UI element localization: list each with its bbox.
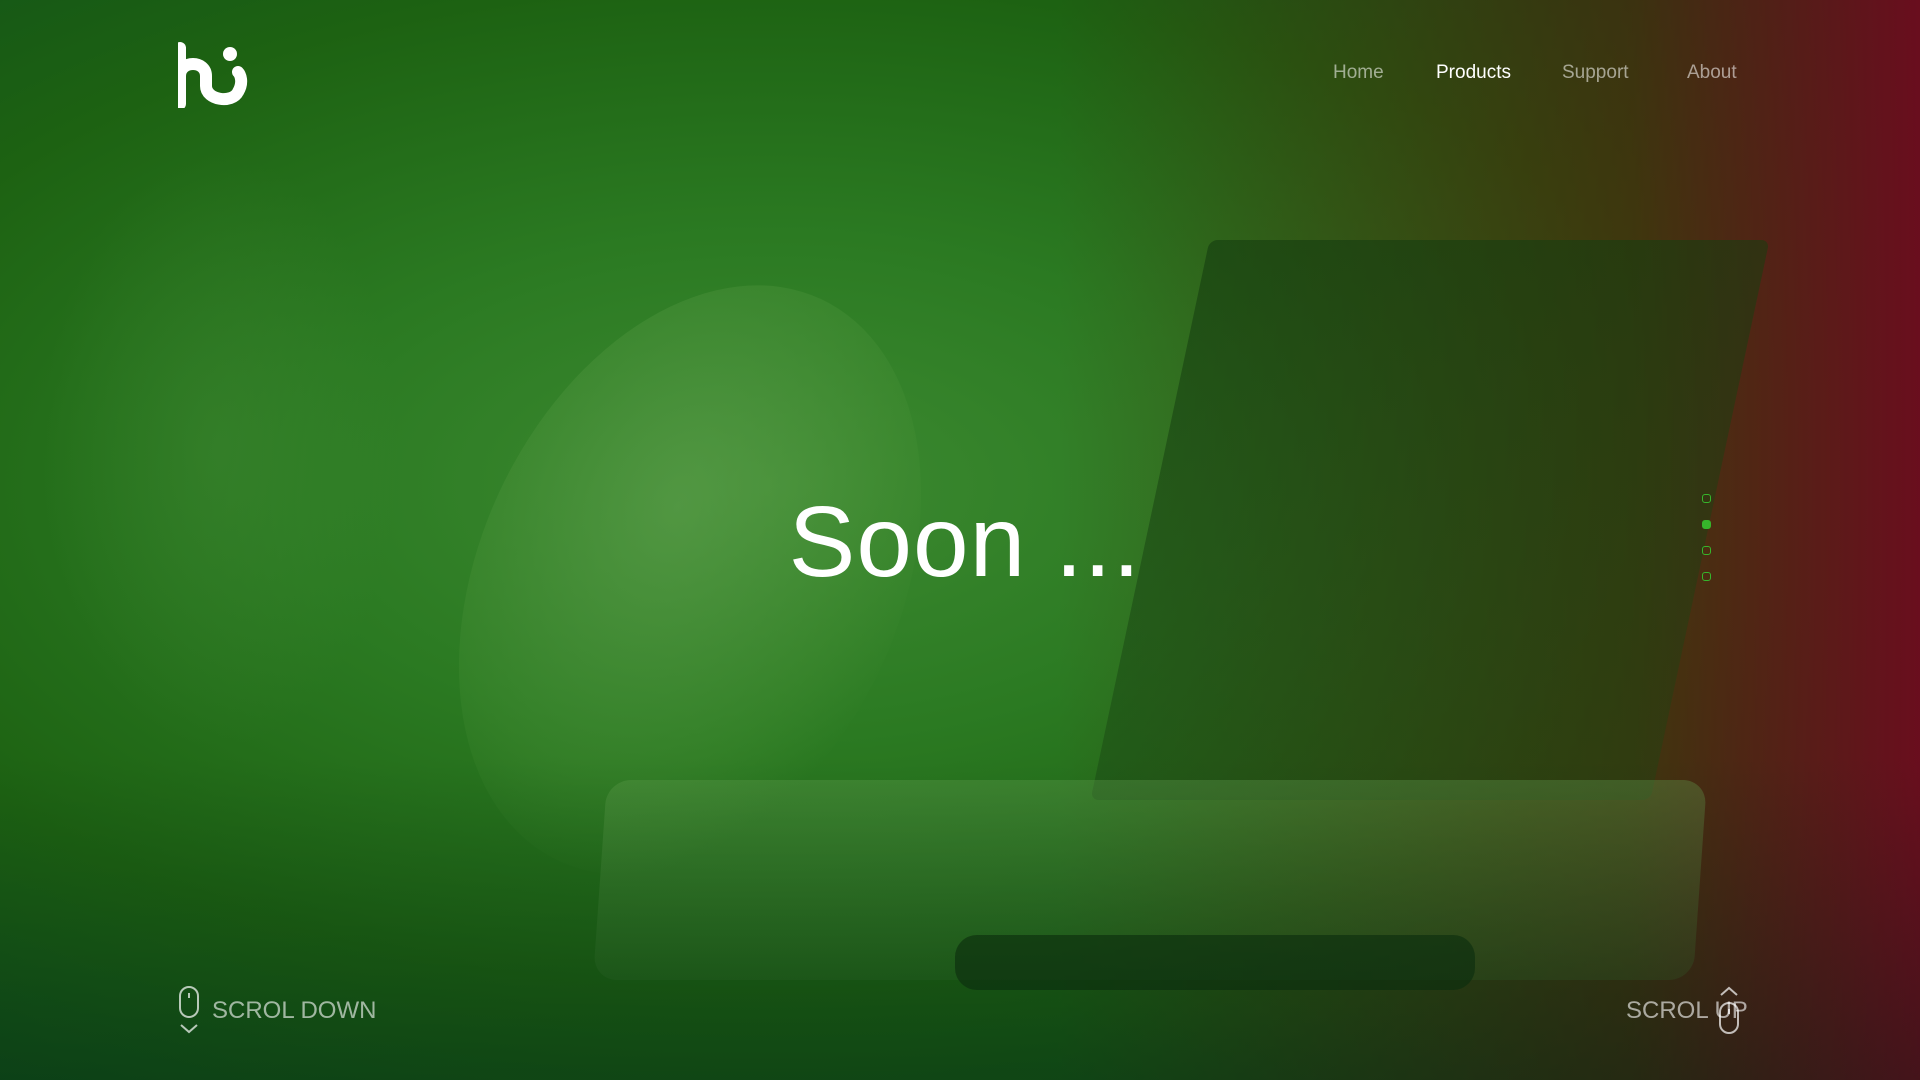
hero-section: Home Products Support About Soon ... SCR…	[0, 0, 1920, 1080]
pager-dot-2[interactable]	[1702, 520, 1711, 529]
nav-products-link[interactable]: Products	[1436, 62, 1511, 84]
nav-about-link[interactable]: About	[1687, 62, 1737, 84]
mouse-icon	[179, 986, 199, 1034]
nav-home-link[interactable]: Home	[1333, 62, 1384, 84]
pager-dot-3[interactable]	[1702, 546, 1711, 555]
nav-support-link[interactable]: Support	[1562, 62, 1629, 84]
pager-dot-1[interactable]	[1702, 494, 1711, 503]
mouse-icon	[1719, 986, 1739, 1034]
pager-dot-4[interactable]	[1702, 572, 1711, 581]
main-nav: Home Products Support About	[0, 62, 1920, 92]
background-photo-phone	[955, 935, 1475, 990]
background-photo-hand-left	[40, 150, 400, 750]
scroll-down-label: SCROL DOWN	[212, 997, 377, 1024]
section-pager	[1702, 494, 1716, 598]
background-photo-desk	[593, 780, 1707, 980]
hero-headline: Soon ...	[788, 486, 1142, 598]
